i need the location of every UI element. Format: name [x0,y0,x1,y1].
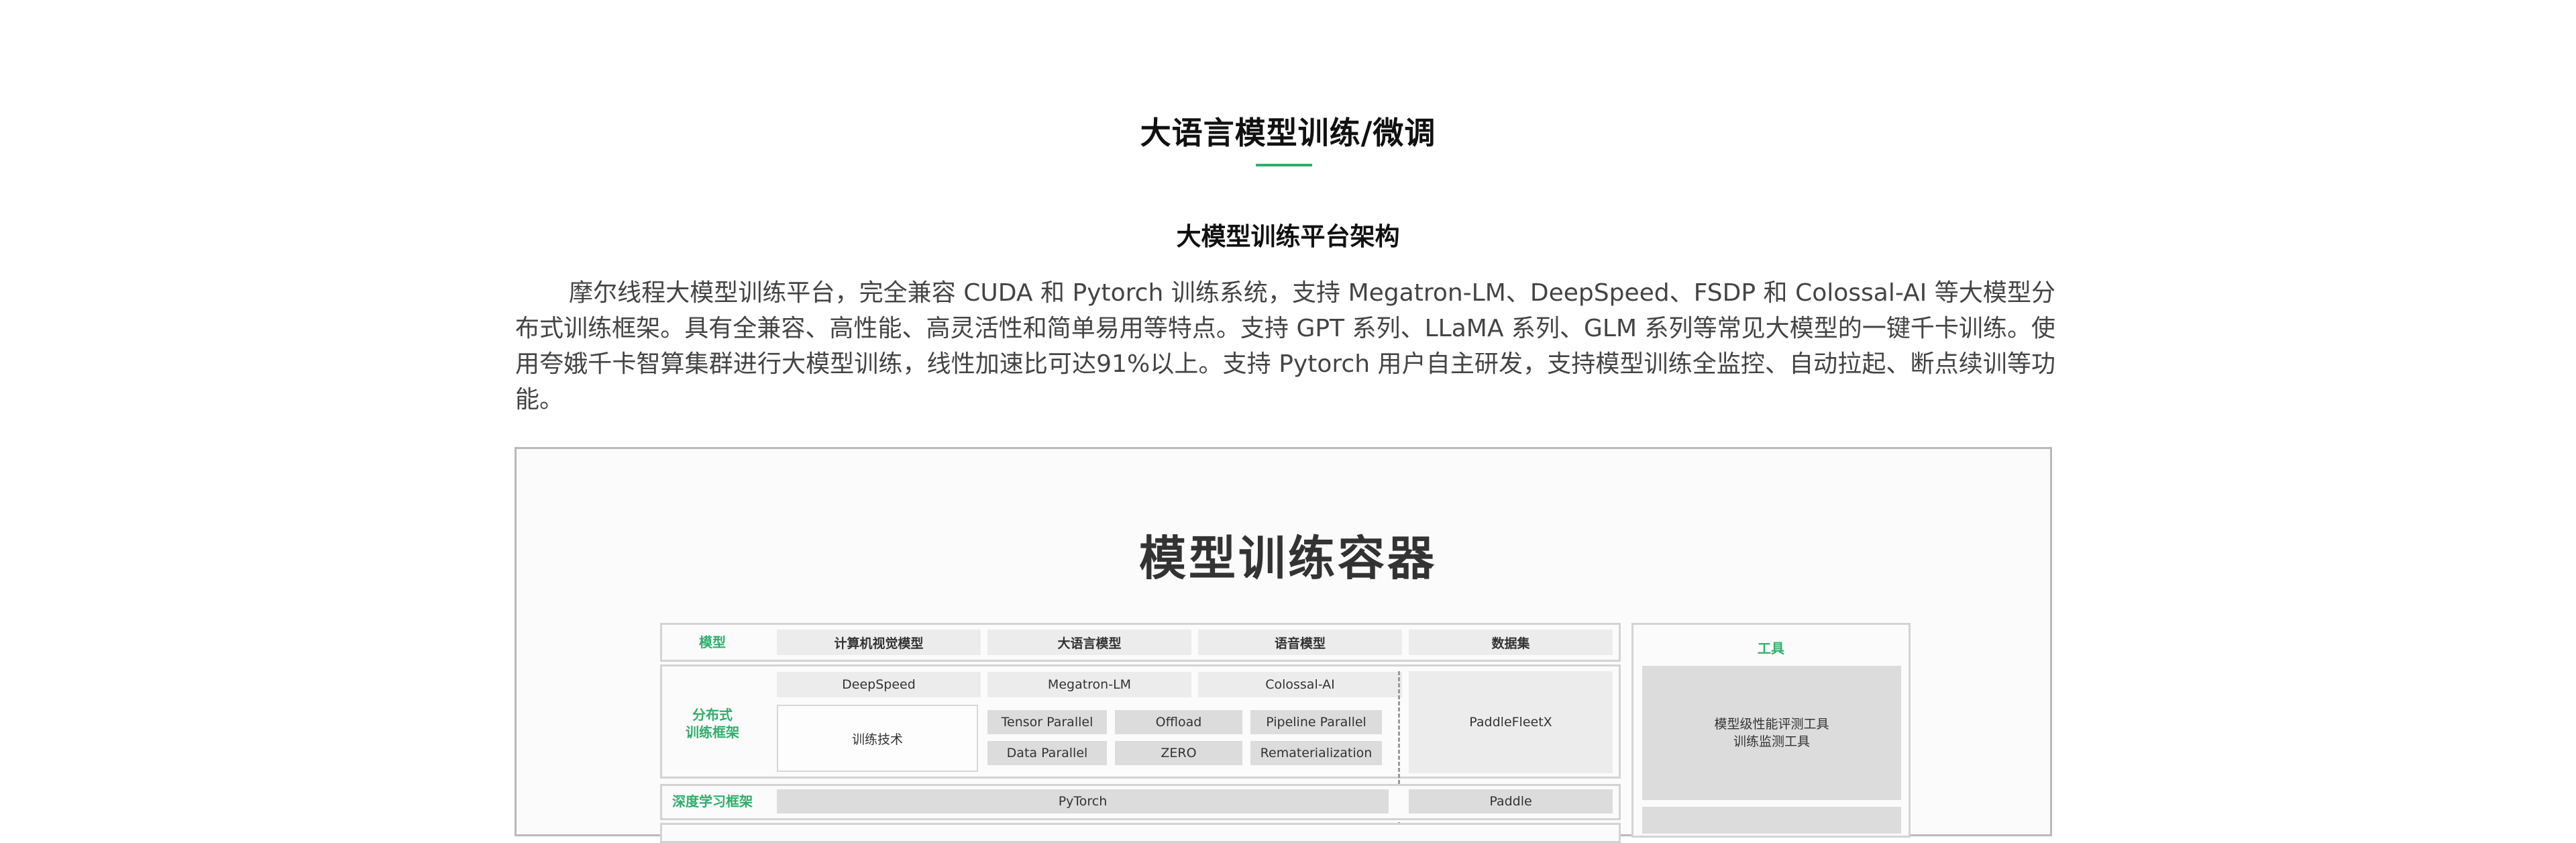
dl-framework-row-label: 深度学习框架 [672,793,753,809]
intro-paragraph: 摩尔线程大模型训练平台，完全兼容 CUDA 和 Pytorch 训练系统，支持 … [515,279,2055,413]
section-subtitle: 大模型训练平台架构 [1176,222,1400,251]
model-cv: 计算机视觉模型 [777,630,981,655]
framework-paddle: Paddle [1409,789,1613,813]
tools-label: 工具 [1758,640,1784,656]
next-row [660,823,1621,843]
model-row-label: 模型 [699,634,726,650]
tech-offload: Offload [1115,710,1242,734]
model-llm: 大语言模型 [987,630,1191,655]
tech-rematerialization: Rematerialization [1250,741,1382,765]
framework-megatron: Megatron-LM [987,672,1191,697]
framework-colossal: Colossal-AI [1198,672,1402,697]
paddle-fleetx: PaddleFleetX [1409,671,1613,773]
distributed-row-label: 分布式 训练框架 [686,707,739,740]
tech-data-parallel: Data Parallel [987,741,1107,765]
model-speech: 语音模型 [1198,630,1402,655]
section-title: 大语言模型训练/微调 [1140,115,1436,151]
tech-tensor-parallel: Tensor Parallel [987,710,1107,734]
framework-deepspeed: DeepSpeed [777,672,981,697]
tech-pipeline-parallel: Pipeline Parallel [1250,710,1382,734]
training-tech-box: 训练技术 [777,705,978,772]
framework-pytorch: PyTorch [777,789,1389,813]
title-underline [1256,164,1312,166]
figure-title: 模型训练容器 [1139,531,1437,586]
tools-item-next [1642,807,1901,834]
model-dataset: 数据集 [1409,630,1613,655]
tools-item: 模型级性能评测工具 训练监测工具 [1642,666,1901,800]
tech-zero: ZERO [1115,741,1242,765]
